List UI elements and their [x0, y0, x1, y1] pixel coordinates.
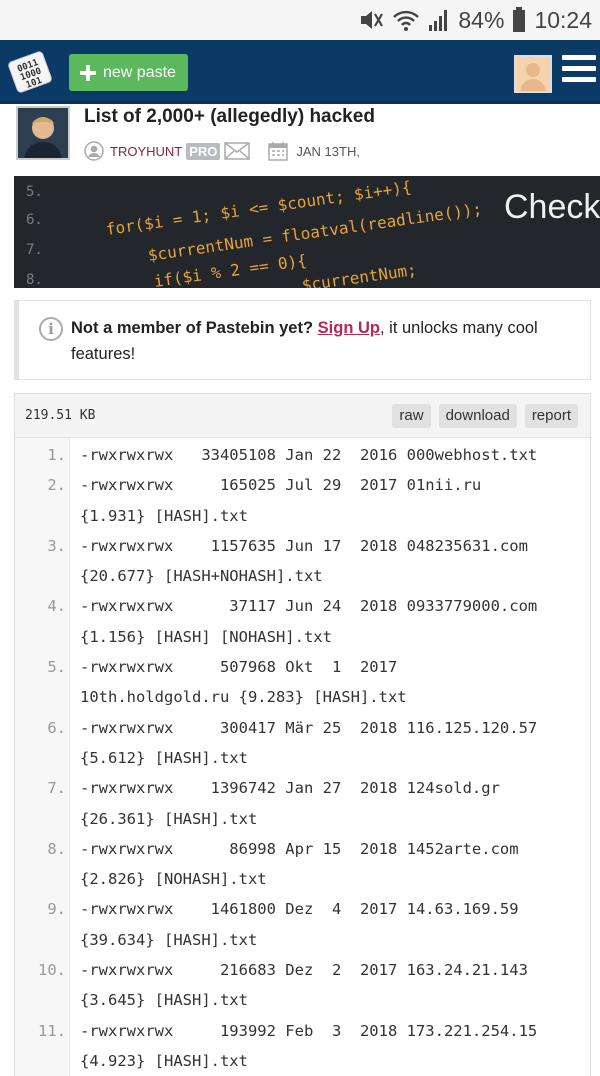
signal-icon: [429, 10, 448, 31]
user-icon: [84, 141, 104, 161]
paste-content: 219.51 KB raw download report 1. -rwxrwxr…: [14, 393, 591, 1076]
line-number: 4.: [47, 597, 66, 616]
line-text: {39.634} [HASH].txt: [80, 930, 258, 949]
line-text: -rwxrwxrwx 216683 Dez 2 2017 163.24.21.1…: [80, 961, 528, 980]
line-text: -rwxrwxrwx 1461800 Dez 4 2017 14.63.169.…: [80, 900, 519, 919]
line-text: -rwxrwxrwx 1396742 Jan 27 2018 124sold.g…: [80, 779, 500, 798]
banner-line-number: 6.: [26, 212, 43, 228]
clock: 10:24: [534, 6, 592, 33]
report-button[interactable]: report: [524, 404, 578, 428]
line-number: 10.: [38, 961, 66, 980]
pastebin-logo-icon[interactable]: 0011 1000 101: [6, 48, 54, 96]
user-silhouette-icon: [516, 57, 550, 91]
user-avatar-button[interactable]: [514, 55, 552, 93]
line-number: 2.: [47, 476, 66, 495]
code-line: 9. -rwxrwxrwx 1461800 Dez 4 2017 14.63.16…: [15, 894, 590, 955]
battery-percent: 84%: [458, 6, 505, 33]
info-icon: i: [39, 317, 63, 341]
author-link[interactable]: TROYHUNT: [110, 144, 182, 159]
line-text: {20.677} [HASH+NOHASH].txt: [80, 567, 323, 586]
paste-title: List of 2,000+ (allegedly) hacked: [84, 106, 375, 127]
new-paste-label: new paste: [103, 63, 176, 81]
pro-badge: PRO: [186, 142, 221, 160]
code-line: 1. -rwxrwxrwx 33405108 Jan 22 2016 000web…: [15, 440, 590, 470]
line-text: -rwxrwxrwx 37117 Jun 24 2018 0933779000.…: [80, 597, 538, 616]
line-number: 1.: [47, 446, 66, 464]
code-lines: 1. -rwxrwxrwx 33405108 Jan 22 2016 000web…: [15, 440, 590, 1076]
code-line: 7. -rwxrwxrwx 1396742 Jan 27 2018 124sold…: [15, 773, 590, 834]
plus-icon: [79, 64, 97, 82]
line-text: {2.826} [NOHASH].txt: [80, 870, 267, 889]
code-line: 6. -rwxrwxrwx 300417 Mär 25 2018 116.125.…: [15, 713, 590, 774]
line-number: 3.: [47, 536, 66, 555]
promo-banner[interactable]: 5. 6. 7. 8. for($i = 1; $i <= $count; $i…: [14, 176, 600, 288]
line-text: -rwxrwxrwx 165025 Jul 29 2017 01nii.ru: [80, 476, 482, 495]
code-line: 4. -rwxrwxrwx 37117 Jun 24 2018 093377900…: [15, 591, 590, 652]
line-text: {4.923} [HASH].txt: [80, 1051, 248, 1070]
menu-icon[interactable]: [562, 55, 596, 89]
notice-bold: Not a member of Pastebin yet?: [71, 319, 314, 337]
line-text: -rwxrwxrwx 507968 Okt 1 2017: [80, 658, 398, 677]
line-number: 11.: [38, 1021, 66, 1040]
paste-toolbar: 219.51 KB raw download report: [15, 394, 590, 438]
author-photo-icon: [18, 108, 68, 158]
code-line: 3. -rwxrwxrwx 1157635 Jun 17 2018 0482356…: [15, 531, 590, 592]
signup-notice: i Not a member of Pastebin yet? Sign Up,…: [14, 300, 591, 380]
line-text: 10th.holdgold.ru {9.283} [HASH].txt: [80, 688, 407, 707]
line-text: -rwxrwxrwx 300417 Mär 25 2018 116.125.12…: [80, 718, 538, 737]
line-text: {5.612} [HASH].txt: [80, 748, 248, 767]
paste-date: JAN 13TH,: [296, 143, 360, 159]
paste-size: 219.51 KB: [25, 408, 96, 423]
line-text: {26.361} [HASH].txt: [80, 809, 258, 828]
banner-heading: Check: [504, 188, 600, 226]
author-avatar[interactable]: [16, 106, 70, 160]
line-number: 8.: [47, 839, 66, 858]
banner-line-number: 7.: [26, 242, 43, 258]
line-text: {1.156} [HASH] [NOHASH].txt: [80, 627, 332, 646]
line-number: 5.: [47, 658, 66, 677]
calendar-icon: [268, 142, 289, 161]
code-line: 10. -rwxrwxrwx 216683 Dez 2 2017 163.24.2…: [15, 955, 590, 1016]
banner-line-number: 5.: [26, 184, 43, 200]
line-text: -rwxrwxrwx 1157635 Jun 17 2018 048235631…: [80, 536, 528, 555]
line-number: 6.: [47, 718, 66, 737]
paste-meta: TROYHUNT PRO JAN 13TH,: [84, 140, 360, 162]
status-icons: 84% 10:24: [358, 6, 592, 34]
code-line: 11. -rwxrwxrwx 193992 Feb 3 2018 173.221.…: [15, 1016, 590, 1076]
line-text: {1.931} [HASH].txt: [80, 506, 248, 525]
raw-button[interactable]: raw: [392, 404, 431, 428]
line-number: 9.: [47, 900, 66, 919]
notice-text: Not a member of Pastebin yet? Sign Up, i…: [71, 315, 581, 367]
mute-icon: [361, 11, 384, 29]
mail-icon[interactable]: [224, 142, 251, 160]
code-line: 2. -rwxrwxrwx 165025 Jul 29 2017 01nii.ru…: [15, 470, 590, 531]
line-text: -rwxrwxrwx 193992 Feb 3 2018 173.221.254…: [80, 1021, 538, 1040]
paste-actions: raw download report: [392, 404, 578, 428]
new-paste-button[interactable]: new paste: [69, 54, 188, 91]
wifi-icon: [393, 10, 420, 31]
line-text: {3.645} [HASH].txt: [80, 991, 248, 1010]
banner-code-line: $currentNum;: [300, 260, 418, 288]
line-text: -rwxrwxrwx 33405108 Jan 22 2016 000webho…: [80, 446, 538, 464]
code-line: 8. -rwxrwxrwx 86998 Apr 15 2018 1452arte.…: [15, 834, 590, 895]
line-number: 7.: [47, 779, 66, 798]
battery-icon: [513, 7, 526, 32]
banner-line-number: 8.: [26, 272, 43, 288]
sign-up-link[interactable]: Sign Up: [318, 319, 380, 337]
code-line: 5. -rwxrwxrwx 507968 Okt 1 2017 10th.holdg…: [15, 652, 590, 713]
line-text: -rwxrwxrwx 86998 Apr 15 2018 1452arte.co…: [80, 839, 519, 858]
status-bar: 84% 10:24: [0, 0, 600, 40]
download-button[interactable]: download: [438, 404, 517, 428]
site-header: 0011 1000 101 new paste: [0, 40, 600, 104]
